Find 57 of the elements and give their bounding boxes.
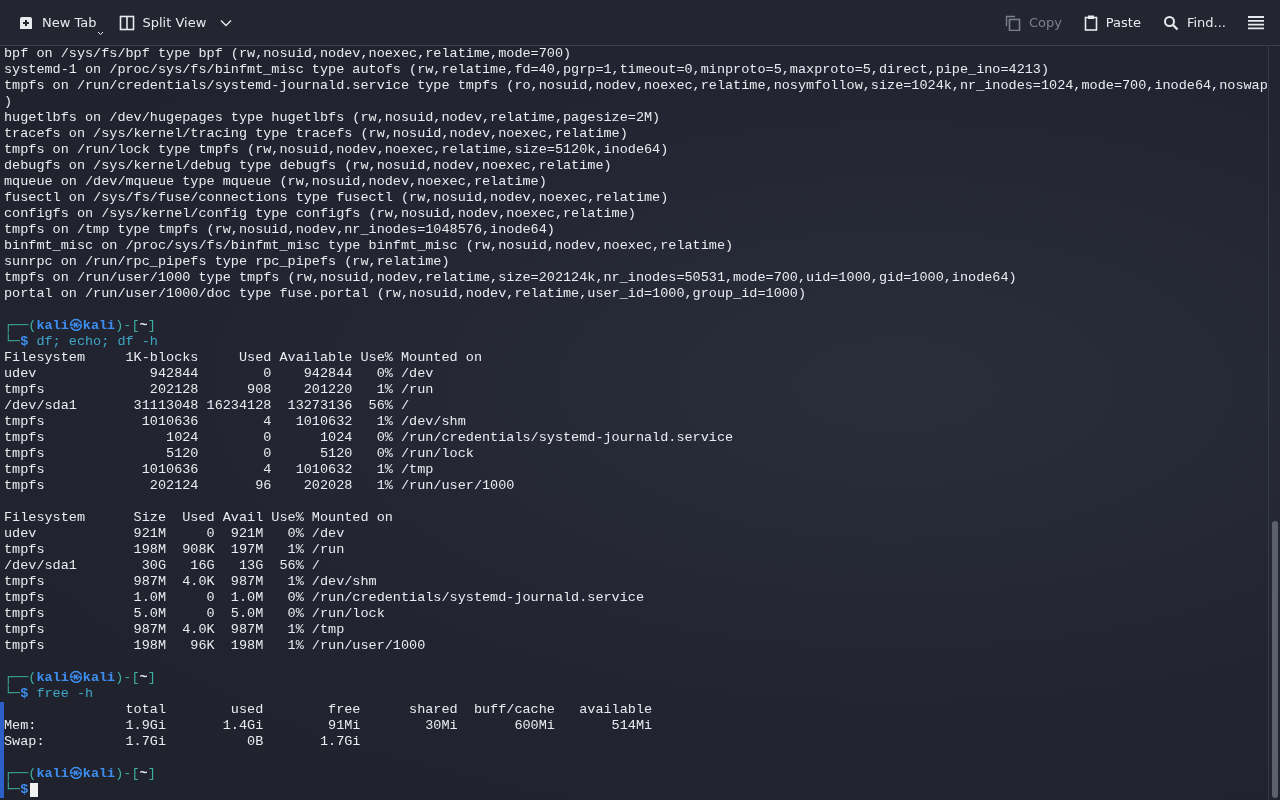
- terminal-line: tmpfs 202128 908 201220 1% /run: [4, 382, 434, 398]
- paste-button[interactable]: Paste: [1075, 9, 1149, 36]
- terminal-line: tmpfs 1.0M 0 1.0M 0% /run/credentials/systemd-journald.service: [4, 590, 644, 606]
- terminal-line: systemd-1 on /proc/sys/fs/binfmt_misc type autofs (rw,relatime,fd=40,pgrp=1,timeout=0,minproto=5,maxproto=5,direct,pipe_ino=4213): [4, 62, 1050, 78]
- chevron-down-icon: [220, 18, 233, 27]
- terminal-line: tmpfs on /run/user/1000 type tmpfs (rw,nosuid,nodev,relatime,size=202124k,nr_inodes=50531,mode=700,uid=1000,gid=1000,inode64): [4, 270, 1017, 286]
- scrollbar[interactable]: [1267, 46, 1280, 800]
- new-tab-button[interactable]: New Tab: [10, 9, 105, 36]
- split-view-icon: [118, 14, 135, 31]
- terminal-line: portal on /run/user/1000/doc type fuse.portal (rw,nosuid,nodev,relatime,user_id=1000,group_id=1000): [4, 286, 807, 302]
- caret-icon: [97, 30, 104, 36]
- prompt-line: ┌──(kali㉿kali)-[~]: [4, 318, 156, 334]
- terminal-line: configfs on /sys/kernel/config type configfs (rw,nosuid,nodev,noexec,relatime): [4, 206, 636, 222]
- terminal-line: tmpfs 1024 0 1024 0% /run/credentials/systemd-journald.service: [4, 430, 734, 446]
- find-button[interactable]: Find...: [1154, 9, 1234, 36]
- terminal-line: Filesystem 1K-blocks Used Available Use% Mounted on: [4, 350, 482, 366]
- terminal-line: tmpfs 202124 96 202028 1% /run/user/1000: [4, 478, 515, 494]
- search-icon: [1162, 14, 1179, 31]
- terminal-line: total used free shared buff/cache available: [124, 702, 653, 718]
- terminal-line: tmpfs 1010636 4 1010632 1% /tmp: [4, 462, 434, 478]
- command-line: └─$ free -h: [4, 686, 94, 702]
- copy-icon: [1004, 14, 1021, 31]
- terminal-line: tmpfs 5120 0 5120 0% /run/lock: [4, 446, 474, 462]
- terminal-line: tmpfs on /tmp type tmpfs (rw,nosuid,nodev,nr_inodes=1048576,inode64): [4, 222, 555, 238]
- terminal-line: bpf on /sys/fs/bpf type bpf (rw,nosuid,nodev,noexec,relatime,mode=700): [4, 46, 572, 62]
- terminal-line: tmpfs on /run/lock type tmpfs (rw,nosuid,nodev,noexec,relatime,size=5120k,inode64): [4, 142, 669, 158]
- terminal-line: udev 921M 0 921M 0% /dev: [4, 526, 345, 542]
- terminal-line: tmpfs 198M 908K 197M 1% /run: [4, 542, 345, 558]
- menu-icon: [1248, 15, 1264, 30]
- prompt-line: ┌──(kali㉿kali)-[~]: [4, 670, 156, 686]
- terminal-line: tmpfs 987M 4.0K 987M 1% /tmp: [4, 622, 345, 638]
- terminal-line: debugfs on /sys/kernel/debug type debugfs (rw,nosuid,nodev,noexec,relatime): [4, 158, 612, 174]
- terminal-line: tmpfs 5.0M 0 5.0M 0% /run/lock: [4, 606, 385, 622]
- clipboard-icon: [1083, 14, 1098, 31]
- terminal-line: /dev/sda1 30G 16G 13G 56% /: [4, 558, 320, 574]
- terminal-line: Swap: 1.7Gi 0B 1.7Gi: [4, 734, 361, 750]
- terminal-line: tmpfs 1010636 4 1010632 1% /dev/shm: [4, 414, 466, 430]
- command-line: └─$ df; echo; df -h: [4, 334, 158, 350]
- split-view-button[interactable]: Split View: [110, 9, 241, 36]
- terminal-line: tmpfs 198M 96K 198M 1% /run/user/1000: [4, 638, 426, 654]
- new-tab-icon: [18, 14, 34, 31]
- terminal-line: Filesystem Size Used Avail Use% Mounted on: [4, 510, 393, 526]
- terminal-line: /dev/sda1 31113048 16234128 13273136 56% /: [4, 398, 410, 414]
- terminal-line: binfmt_misc on /proc/sys/fs/binfmt_misc type binfmt_misc (rw,nosuid,nodev,noexec,relatime): [4, 238, 734, 254]
- terminal-line: sunrpc on /run/rpc_pipefs type rpc_pipefs (rw,relatime): [4, 254, 450, 270]
- terminal-line: fusectl on /sys/fs/fuse/connections type fusectl (rw,nosuid,nodev,noexec,relatime): [4, 190, 669, 206]
- terminal-line: tmpfs 987M 4.0K 987M 1% /dev/shm: [4, 574, 377, 590]
- terminal-line: hugetlbfs on /dev/hugepages type hugetlbfs (rw,nosuid,nodev,relatime,pagesize=2M): [4, 110, 661, 126]
- prompt-line: ┌──(kali㉿kali)-[~]: [4, 766, 156, 782]
- terminal-line: Mem: 1.9Gi 1.4Gi 91Mi 30Mi 600Mi 514Mi: [4, 718, 653, 734]
- command-line: └─$: [4, 782, 29, 798]
- scrollbar-thumb[interactable]: [1271, 521, 1278, 798]
- terminal-line: udev 942844 0 942844 0% /dev: [4, 366, 434, 382]
- terminal-line: tmpfs on /run/credentials/systemd-journald.service type tmpfs (ro,nosuid,nodev,noexec,relatime,nosymfollow,size=1024k,nr_inodes=1024,mode=700,inode64,noswap: [4, 78, 1268, 94]
- terminal-line: ): [4, 94, 13, 110]
- terminal-line: tracefs on /sys/kernel/tracing type tracefs (rw,nosuid,nodev,noexec,relatime): [4, 126, 628, 142]
- terminal-line: mqueue on /dev/mqueue type mqueue (rw,nosuid,nodev,noexec,relatime): [4, 174, 547, 190]
